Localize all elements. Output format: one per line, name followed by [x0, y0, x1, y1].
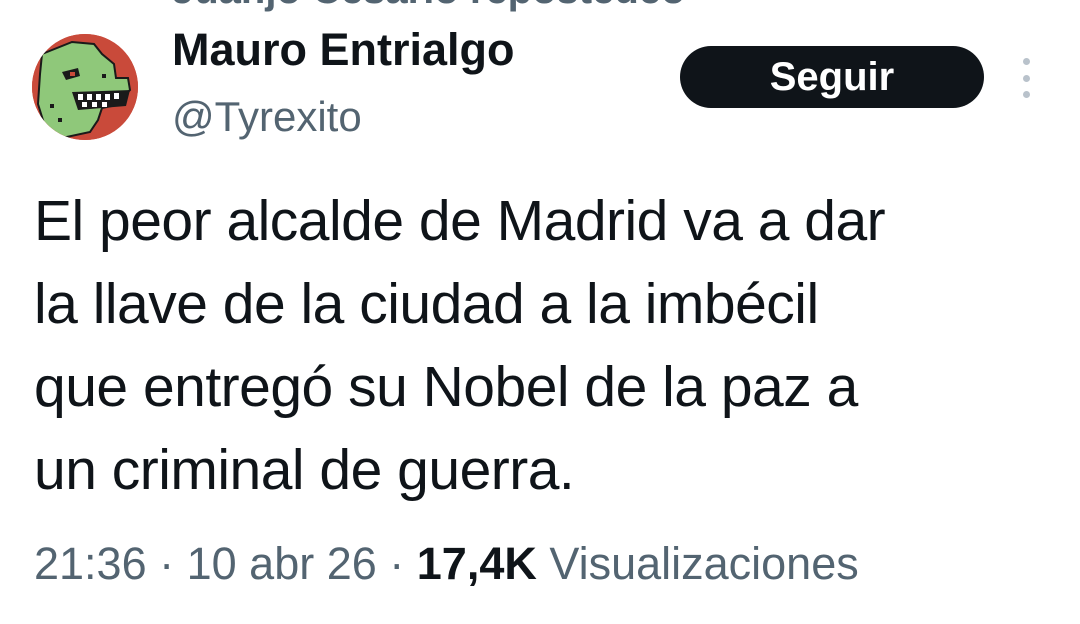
author-handle[interactable]: @Tyrexito — [172, 92, 362, 142]
author-display-name[interactable]: Mauro Entrialgo — [172, 24, 515, 76]
views-label[interactable]: Visualizaciones — [537, 538, 858, 589]
meta-separator: · — [146, 538, 187, 589]
follow-button[interactable]: Seguir — [680, 46, 984, 108]
repost-banner: Juanjo Cesario repostedeo — [172, 0, 685, 10]
more-dot — [1022, 74, 1030, 82]
tweet-meta: 21:36 · 10 abr 26 · 17,4K Visualizacione… — [34, 536, 859, 592]
avatar[interactable] — [32, 34, 138, 140]
views-count[interactable]: 17,4K — [417, 538, 537, 589]
more-vertical-icon[interactable] — [1018, 58, 1034, 98]
more-dot — [1022, 91, 1030, 98]
meta-separator: · — [376, 538, 417, 589]
tweet-text: El peor alcalde de Madrid va a dar la ll… — [34, 189, 886, 502]
more-dot — [1022, 58, 1030, 65]
dinosaur-avatar-icon — [32, 34, 138, 140]
tweet-date[interactable]: 10 abr 26 — [187, 538, 377, 589]
tweet-time[interactable]: 21:36 — [34, 538, 147, 589]
